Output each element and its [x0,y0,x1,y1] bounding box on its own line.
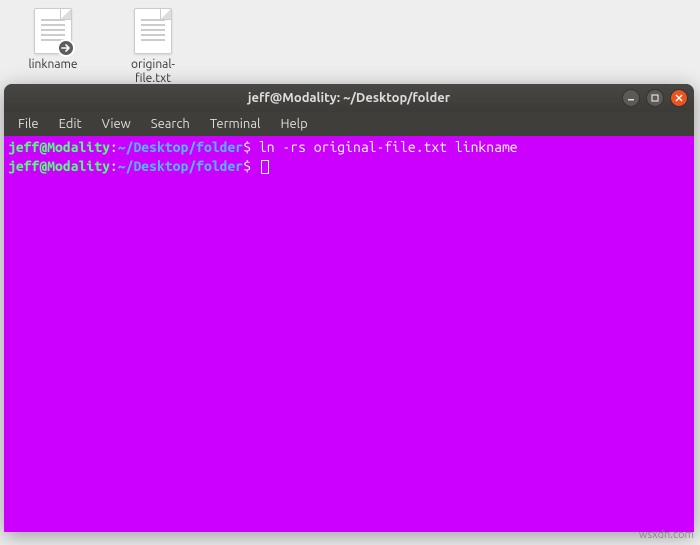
menu-file[interactable]: File [8,115,49,133]
prompt-path: ~/Desktop/folder [118,139,243,155]
prompt-dollar: $ [243,158,251,174]
menu-search[interactable]: Search [141,115,200,133]
menubar: File Edit View Search Terminal Help [4,112,694,136]
terminal-line: jeff@Modality:~/Desktop/folder$ ln -rs o… [8,139,518,155]
prompt-user: jeff@Modality [8,158,110,174]
prompt-separator: : [110,158,118,174]
close-button[interactable] [670,89,688,107]
menu-view[interactable]: View [92,115,141,133]
minimize-icon [627,94,635,102]
symlink-arrow-icon [57,39,75,57]
prompt-path: ~/Desktop/folder [118,158,243,174]
file-icon [34,8,72,54]
desktop-icon-original-file[interactable]: original-file.txt [118,8,188,87]
window-controls [622,89,688,107]
prompt-user: jeff@Modality [8,139,110,155]
desktop-icon-linkname[interactable]: linkname [18,8,88,87]
desktop-background: linkname original-file.txt jeff@Modality… [0,0,700,545]
file-icon [134,8,172,54]
window-title: jeff@Modality: ~/Desktop/folder [248,91,450,105]
terminal-window: jeff@Modality: ~/Desktop/folder File Edi… [4,84,694,532]
command-text: ln -rs original-file.txt linkname [251,139,518,155]
cursor-icon [261,160,269,174]
command-text [251,158,259,174]
menu-help[interactable]: Help [270,115,317,133]
terminal-body[interactable]: jeff@Modality:~/Desktop/folder$ ln -rs o… [4,136,694,532]
desktop-icons-container: linkname original-file.txt [0,0,700,95]
maximize-icon [651,94,659,102]
minimize-button[interactable] [622,89,640,107]
maximize-button[interactable] [646,89,664,107]
menu-edit[interactable]: Edit [49,115,92,133]
watermark: wsxdn.com [639,529,694,541]
prompt-separator: : [110,139,118,155]
window-titlebar[interactable]: jeff@Modality: ~/Desktop/folder [4,84,694,112]
close-icon [675,94,683,102]
desktop-icon-label: linkname [29,58,78,72]
terminal-line: jeff@Modality:~/Desktop/folder$ [8,158,269,174]
prompt-dollar: $ [243,139,251,155]
menu-terminal[interactable]: Terminal [200,115,271,133]
desktop-icon-label: original-file.txt [118,58,188,87]
